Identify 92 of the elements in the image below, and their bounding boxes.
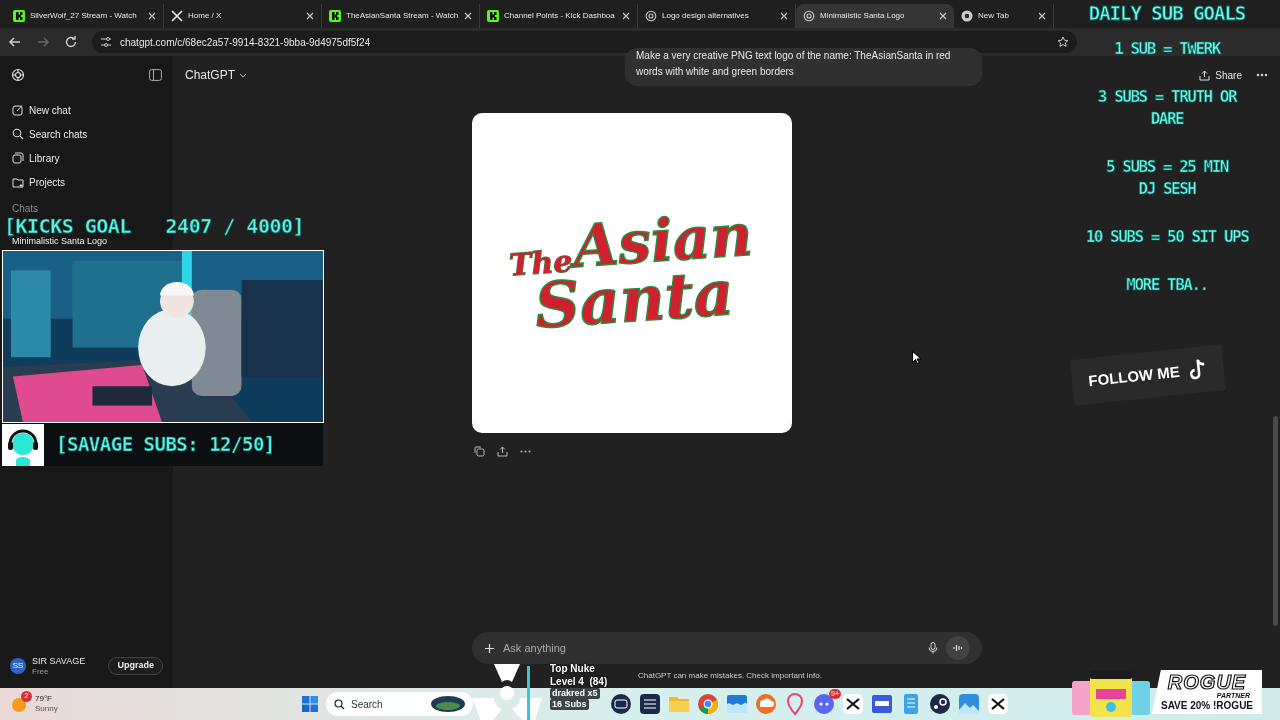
- kick-logo-icon: [329, 10, 341, 22]
- reload-icon[interactable]: [64, 35, 78, 49]
- nuke-title: Top Nuke: [550, 662, 596, 675]
- bookmark-star-icon[interactable]: [1057, 36, 1069, 48]
- kick-logo-icon: [13, 10, 25, 22]
- globe-icon: [431, 696, 465, 712]
- search-icon: [12, 128, 24, 140]
- close-icon[interactable]: [780, 12, 788, 20]
- weather-temperature: 79°F: [35, 694, 53, 704]
- sidebar-toggle-icon[interactable]: [149, 69, 162, 81]
- back-icon[interactable]: [8, 35, 22, 49]
- sidebar-item[interactable]: Library: [6, 146, 167, 170]
- close-icon[interactable]: [306, 12, 314, 20]
- folder-plus-icon: [12, 176, 24, 188]
- nuke-subs: 16 Subs: [550, 699, 589, 710]
- tab-title: TheAsianSanta Stream - Watch: [346, 10, 459, 22]
- images-icon: [12, 152, 24, 164]
- microphone-icon[interactable]: [928, 642, 938, 654]
- share-icon[interactable]: [497, 446, 508, 457]
- user-name: SIR SAVAGE: [32, 655, 87, 667]
- voice-mode-button[interactable]: [946, 636, 970, 660]
- generated-image[interactable]: The Asian Santa: [472, 113, 792, 433]
- browser-tab[interactable]: Minimalistic Santa Logo: [796, 4, 954, 28]
- disclaimer-text: ChatGPT can make mistakes. Check important info.: [638, 670, 822, 682]
- crossed-lines-icon[interactable]: [841, 692, 865, 716]
- forward-icon[interactable]: [36, 35, 50, 49]
- plus-icon[interactable]: [484, 642, 495, 654]
- message-text: words with white and green borders: [636, 65, 795, 79]
- logo-word: Asian: [571, 207, 754, 276]
- tab-title: Logo design alternatives: [662, 10, 750, 22]
- more-icon[interactable]: [1256, 73, 1268, 77]
- close-icon[interactable]: [1038, 12, 1046, 20]
- share-icon: [1199, 69, 1211, 81]
- x-logo-icon: [171, 10, 183, 22]
- pencil-square-icon: [12, 104, 24, 116]
- weather-sun-icon[interactable]: [10, 695, 28, 713]
- goals-title: DAILY SUB GOALS: [1088, 1, 1246, 26]
- sidebar-item[interactable]: Search chats: [6, 122, 167, 146]
- sidebar-item[interactable]: New chat: [6, 98, 167, 122]
- chat-history-item[interactable]: Minimalistic Santa Logo: [6, 236, 114, 247]
- photos-icon[interactable]: [957, 692, 981, 716]
- start-icon[interactable]: [302, 696, 318, 712]
- close-icon[interactable]: [148, 12, 156, 20]
- close-icon[interactable]: [939, 12, 947, 20]
- goal-text: 1 SUB = TWERK: [1114, 38, 1220, 60]
- url-text: chatgpt.com/c/68ec2a57-9914-8321-9bba-9d4975df5f24: [120, 35, 372, 50]
- mouse-cursor-icon: [912, 351, 921, 365]
- radiation-icon: [472, 662, 542, 720]
- user-plan: Free: [32, 666, 50, 677]
- cloud-icon[interactable]: [754, 692, 778, 716]
- chrome-icon: [961, 10, 973, 22]
- goal-text: MORE TBA..: [1126, 274, 1208, 296]
- kicks-goal-text: [KICKS GOAL 2407 / 4000]: [4, 216, 305, 236]
- more-icon[interactable]: [520, 450, 531, 453]
- grid-icon[interactable]: [638, 692, 662, 716]
- message-input[interactable]: Ask anything: [503, 639, 920, 657]
- waveform-icon: [953, 644, 963, 652]
- user-avatar[interactable]: SS: [10, 658, 26, 674]
- section-label: Chats: [11, 203, 40, 215]
- tab-title: Channel Points - Kick Dashboa: [504, 10, 616, 22]
- sponsor-brand: ROGUE: [1167, 672, 1247, 692]
- chrome-icon[interactable]: [696, 692, 720, 716]
- tab-title: SilverWolf_27 Stream - Watch: [30, 10, 138, 22]
- share-button[interactable]: Share: [1199, 67, 1242, 83]
- sidebar-item[interactable]: Projects: [6, 170, 167, 194]
- steam-icon[interactable]: [928, 692, 952, 716]
- tab-title: Home / X: [188, 10, 223, 22]
- copy-icon[interactable]: [474, 446, 485, 457]
- site-settings-icon[interactable]: [100, 36, 112, 48]
- close-icon[interactable]: [464, 12, 472, 20]
- upgrade-button[interactable]: Upgrade: [108, 657, 163, 675]
- goal-text: 10 SUBS = 50 SIT UPS: [1085, 226, 1249, 248]
- goal-text: 5 SUBS = 25 MIN DJ SESH: [1106, 156, 1228, 200]
- subs-goal-text: [SAVAGE SUBS: 12/50]: [56, 432, 275, 458]
- camera-icon[interactable]: [609, 692, 633, 716]
- caret-icon: [239, 72, 247, 78]
- waves-icon[interactable]: [725, 692, 749, 716]
- kick-logo-icon: [487, 10, 499, 22]
- goal-text: 3 SUBS = TRUTH OR DARE: [1097, 86, 1237, 130]
- message-composer[interactable]: Ask anything: [472, 632, 982, 664]
- search-icon: [334, 698, 345, 710]
- nuke-user: drakred x5: [550, 688, 600, 699]
- tab-title: New Tab: [978, 10, 1010, 22]
- sponsor-offer: SAVE 20% !ROGUE: [1160, 700, 1254, 712]
- weather-condition: Sunny: [35, 704, 58, 714]
- window-icon[interactable]: [870, 692, 894, 716]
- tab-title: Minimalistic Santa Logo: [820, 10, 906, 22]
- nuke-level: Level 4 (84): [550, 675, 608, 688]
- close-icon[interactable]: [622, 12, 630, 20]
- model-selector[interactable]: ChatGPT: [185, 66, 247, 84]
- crossed-lines-icon[interactable]: [986, 692, 1010, 716]
- app-logo-icon[interactable]: [11, 68, 25, 82]
